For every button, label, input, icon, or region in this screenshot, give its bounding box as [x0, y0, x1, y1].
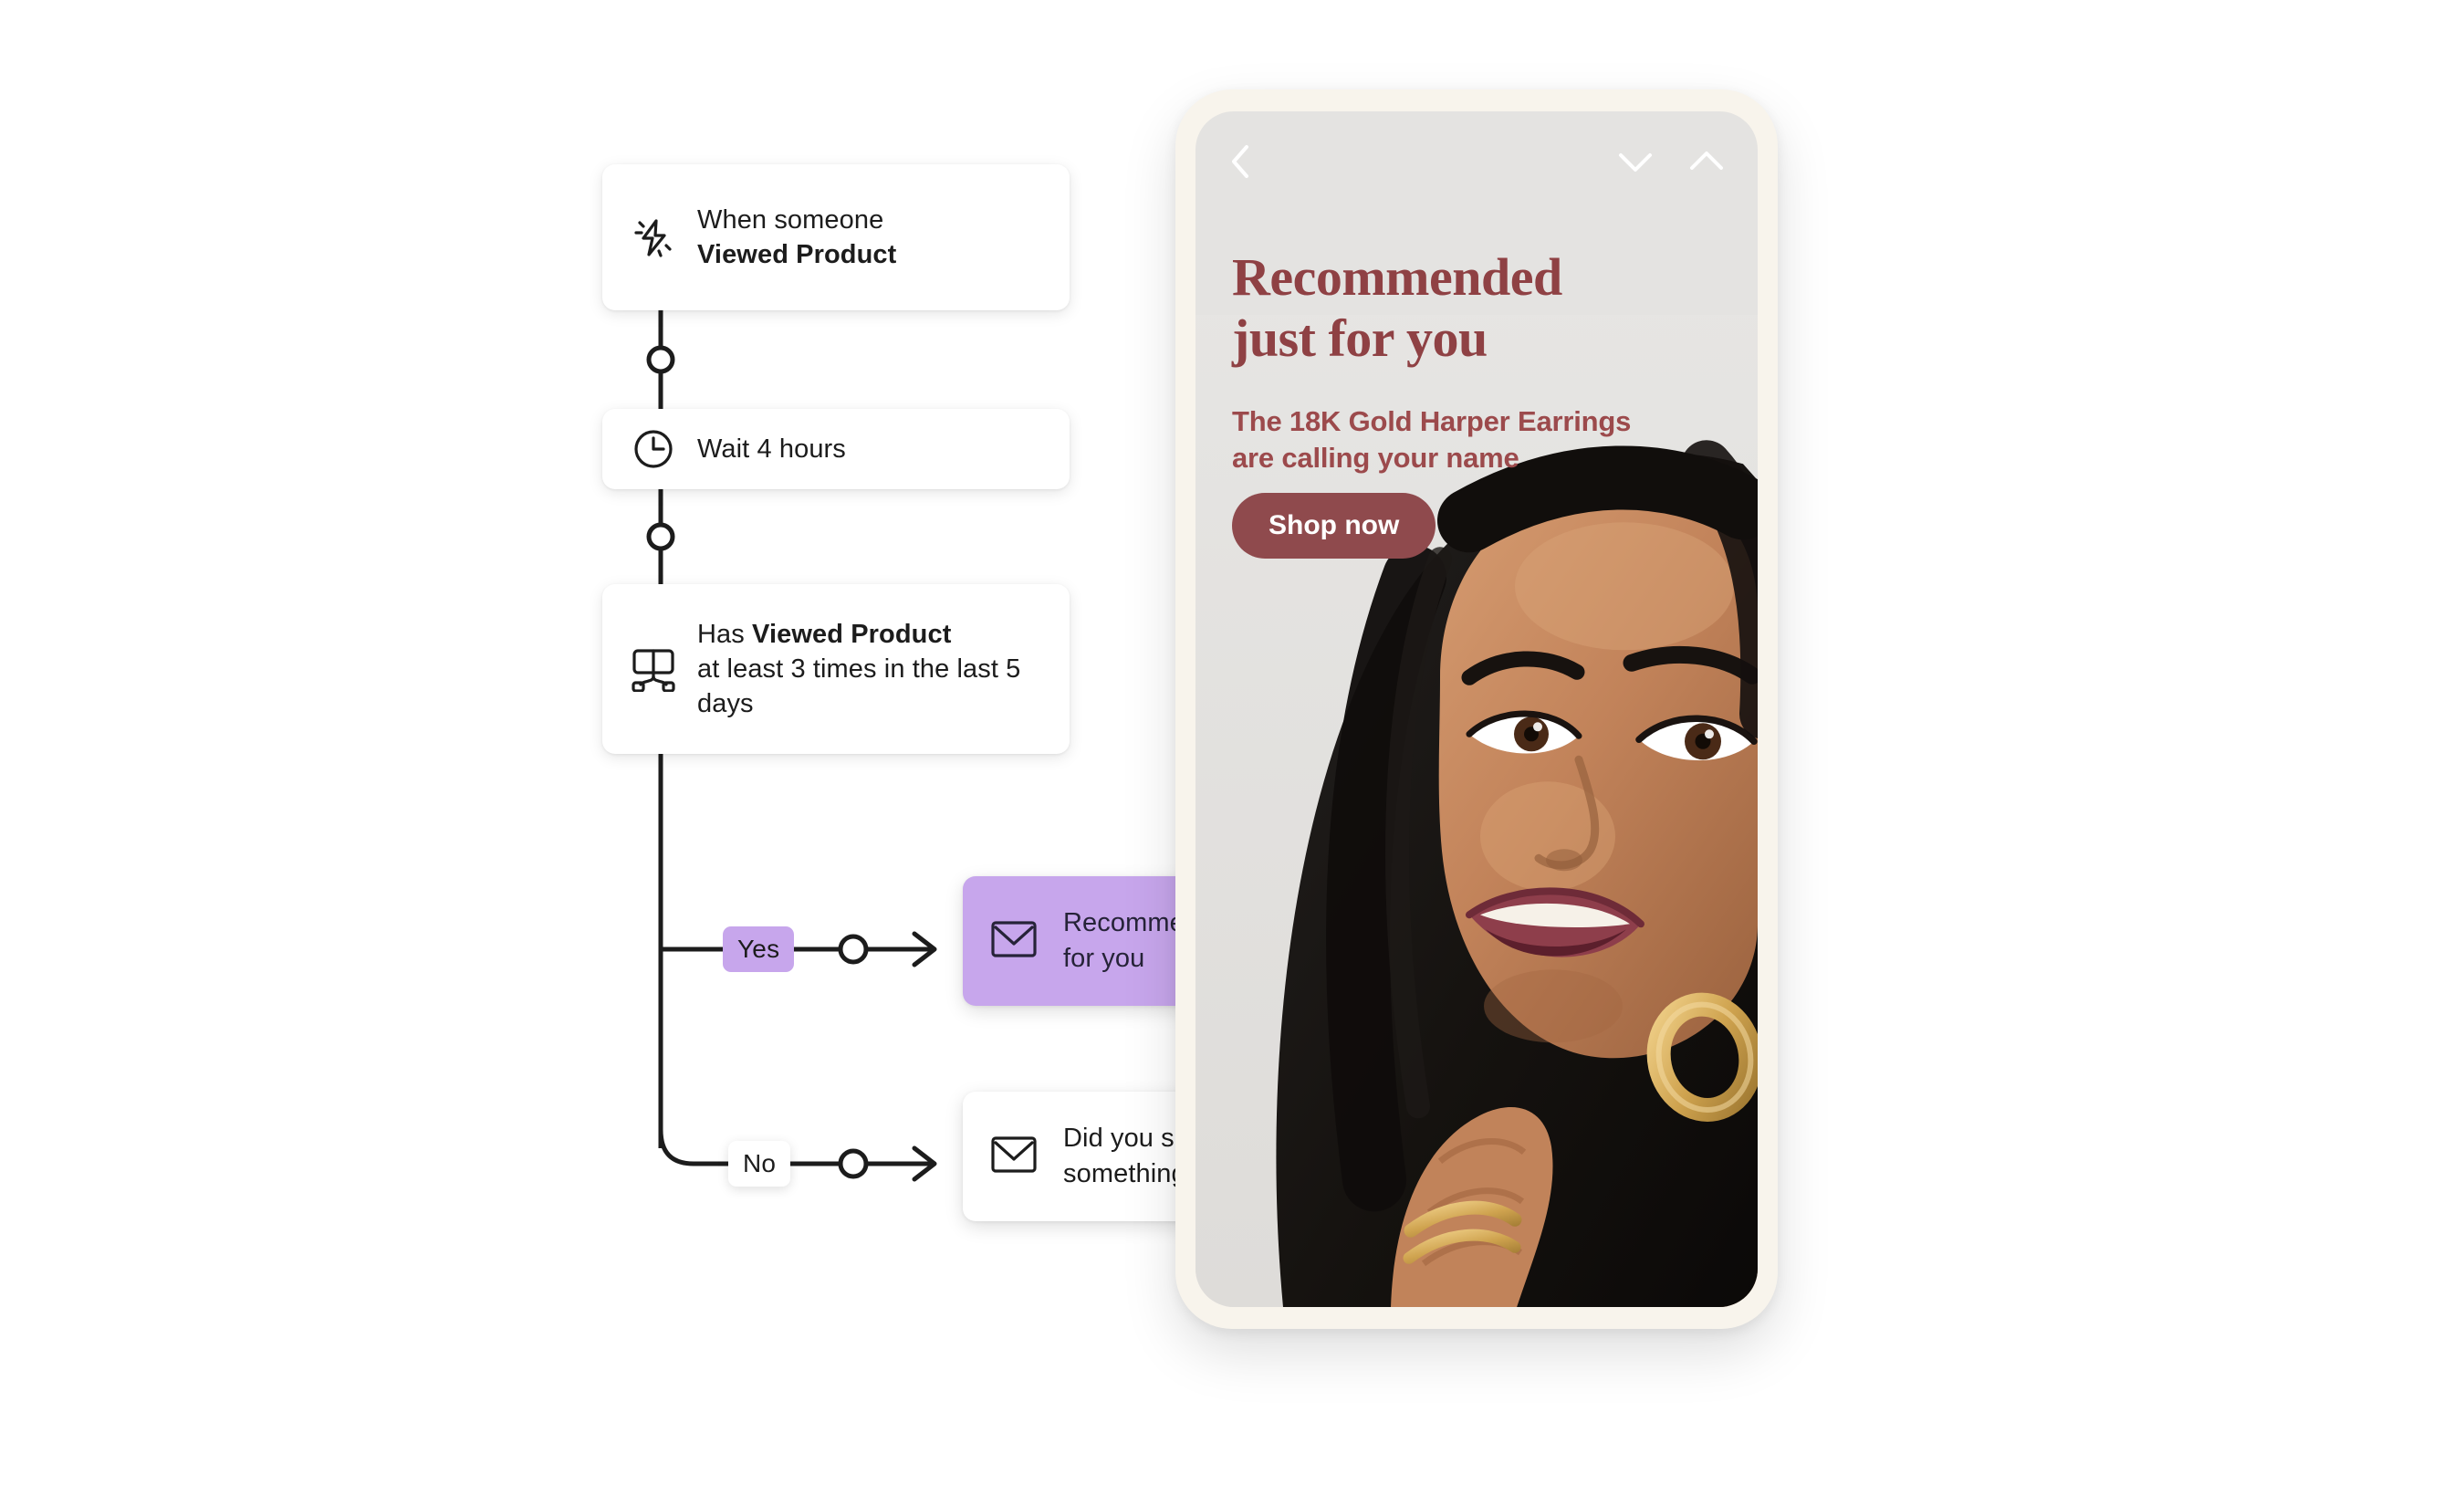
nav-left-group: [1227, 141, 1615, 182]
email-headline-line1: Recommended: [1232, 247, 1562, 307]
flow-node-condition-text: Has Viewed Product at least 3 times in t…: [697, 617, 1042, 722]
email-subheadline: The 18K Gold Harper Earrings are calling…: [1232, 403, 1670, 476]
clock-icon: [630, 425, 677, 473]
flow-node-trigger[interactable]: When someone Viewed Product: [602, 164, 1070, 310]
phone-screen: Recommended just for you The 18K Gold Ha…: [1195, 111, 1758, 1307]
envelope-icon: [990, 920, 1038, 963]
envelope-icon: [990, 1135, 1038, 1178]
chevron-up-icon[interactable]: [1686, 148, 1727, 175]
lightning-bolt-icon: [630, 214, 677, 261]
condition-prefix: Has: [697, 619, 753, 649]
condition-strong: Viewed Product: [752, 619, 952, 649]
email-preview-nav: [1195, 111, 1758, 212]
condition-rest: at least 3 times in the last 5 days: [697, 654, 1021, 719]
phone-mockup: Recommended just for you The 18K Gold Ha…: [1175, 89, 1778, 1329]
branch-label-yes[interactable]: Yes: [723, 926, 795, 972]
nav-right-group: [1615, 148, 1727, 175]
yes-message-line2: for you: [1063, 944, 1145, 973]
email-subheadline-line2: are calling your name: [1232, 441, 1519, 474]
trigger-line2: Viewed Product: [697, 240, 897, 269]
email-headline: Recommended just for you: [1232, 246, 1707, 370]
trigger-line1: When someone: [697, 204, 884, 235]
split-branch-icon: [630, 645, 677, 693]
branch-label-no[interactable]: No: [728, 1141, 791, 1187]
flow-node-condition[interactable]: Has Viewed Product at least 3 times in t…: [602, 584, 1070, 754]
email-subheadline-line1: The 18K Gold Harper Earrings: [1232, 405, 1632, 437]
chevron-left-icon[interactable]: [1227, 141, 1615, 182]
chevron-down-icon[interactable]: [1615, 148, 1655, 175]
flow-node-trigger-text: When someone Viewed Product: [697, 203, 896, 273]
branch-label-no-text: No: [743, 1149, 777, 1177]
email-headline-line2: just for you: [1232, 309, 1488, 369]
screenshot-root: When someone Viewed Product Wait 4 hours: [0, 0, 2464, 1506]
flow-node-wait[interactable]: Wait 4 hours: [602, 409, 1070, 489]
branch-label-yes-text: Yes: [737, 935, 780, 963]
email-preview: Recommended just for you The 18K Gold Ha…: [1195, 111, 1758, 1307]
flow-node-wait-label: Wait 4 hours: [697, 434, 846, 464]
shop-now-button[interactable]: Shop now: [1232, 493, 1436, 559]
